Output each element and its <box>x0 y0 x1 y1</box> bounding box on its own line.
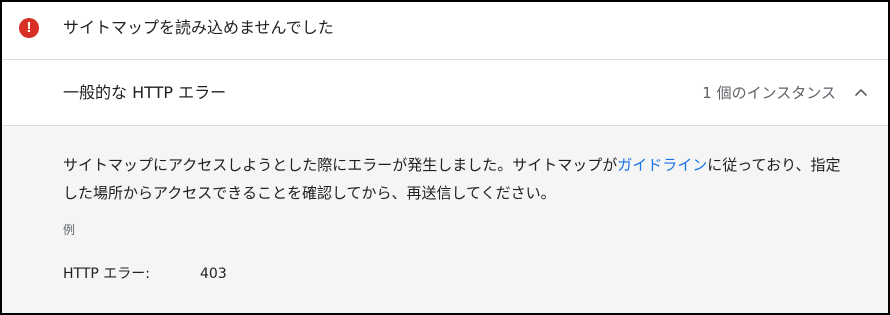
description-before-link: サイトマップにアクセスしようとした際にエラーが発生しました。サイトマップが <box>63 156 618 174</box>
http-error-code: 403 <box>200 266 227 282</box>
issue-accordion-header[interactable]: 一般的な HTTP エラー 1 個のインスタンス <box>2 60 888 126</box>
example-heading: 例 <box>63 223 76 237</box>
issue-name: 一般的な HTTP エラー <box>63 83 227 102</box>
http-error-label: HTTP エラー: <box>63 266 150 282</box>
sitemap-error-panel: ! サイトマップを読み込めませんでした 一般的な HTTP エラー 1 個のイン… <box>0 0 890 315</box>
error-icon: ! <box>19 18 39 38</box>
error-title: サイトマップを読み込めませんでした <box>63 18 334 37</box>
issue-description: サイトマップにアクセスしようとした際にエラーが発生しました。サイトマップがガイド… <box>63 151 853 207</box>
guideline-link[interactable]: ガイドライン <box>617 156 707 174</box>
status-header: ! サイトマップを読み込めませんでした <box>2 2 888 60</box>
chevron-up-icon[interactable] <box>854 86 868 100</box>
instance-count: 1 個のインスタンス <box>702 84 836 102</box>
issue-details: サイトマップにアクセスしようとした際にエラーが発生しました。サイトマップがガイド… <box>2 126 888 313</box>
